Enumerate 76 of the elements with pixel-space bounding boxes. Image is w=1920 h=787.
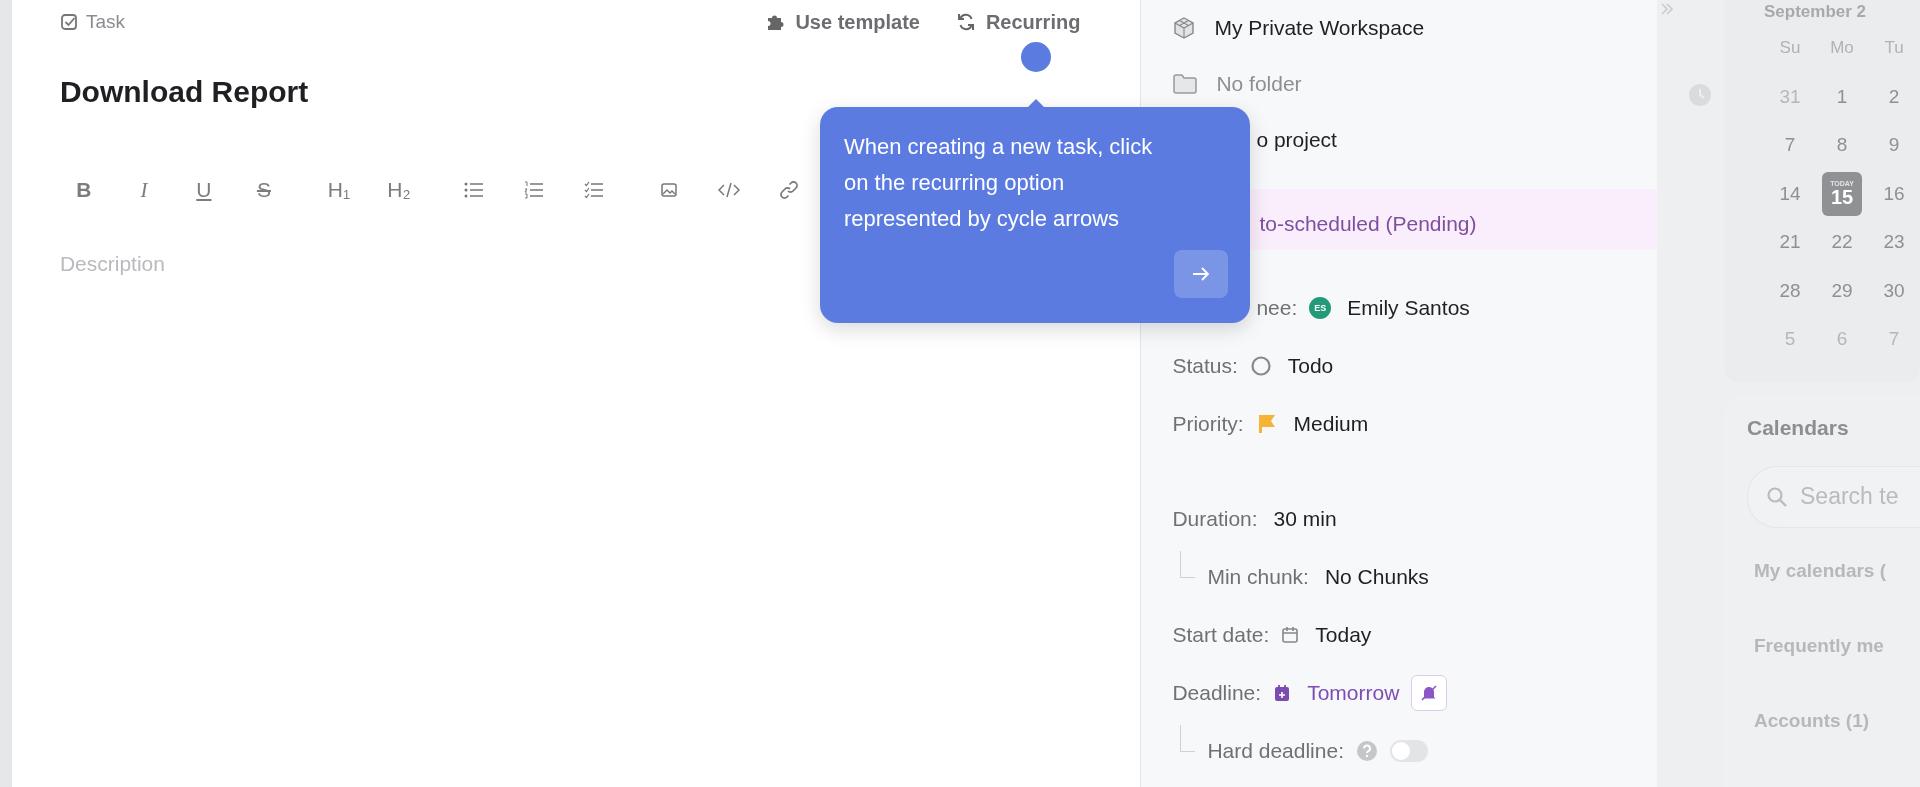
tree-connector <box>1180 724 1196 752</box>
field-label: Status: <box>1172 354 1238 378</box>
format-button[interactable]: H₁ <box>318 170 359 210</box>
toggle-switch[interactable] <box>1390 740 1428 762</box>
format-button[interactable]: H₂ <box>378 170 419 210</box>
weekday-label: Su <box>1778 37 1802 60</box>
search-field[interactable]: Search te <box>1747 465 1920 528</box>
task-title[interactable]: Download Report <box>59 72 309 112</box>
field-label: Deadline: <box>1172 681 1262 705</box>
avatar: ES <box>1309 297 1332 319</box>
panel-title: Calendars <box>1747 415 1850 440</box>
calendar-day[interactable]: 7 <box>1764 121 1816 170</box>
link-icon <box>778 180 799 200</box>
format-button[interactable]: I <box>123 170 164 210</box>
folder-icon <box>1172 73 1199 95</box>
schedule-status: to-scheduled (Pending) <box>1259 211 1477 236</box>
field-value[interactable]: No Chunks <box>1324 565 1429 589</box>
task-type-label: Task <box>85 11 125 33</box>
field-label: nee: <box>1256 296 1298 320</box>
format-button[interactable]: S <box>243 170 284 210</box>
calendar-day[interactable]: 22 <box>1816 218 1868 267</box>
section-heading[interactable]: Accounts (1) <box>1754 709 1920 742</box>
workspace-name[interactable]: My Private Workspace <box>1214 16 1425 40</box>
section-heading[interactable]: My calendars ( <box>1754 559 1920 592</box>
project-name[interactable]: o project <box>1256 128 1337 152</box>
image-icon <box>659 181 678 199</box>
search-icon <box>1766 485 1788 508</box>
tree-connector <box>1180 550 1196 578</box>
format-button[interactable]: U <box>183 170 224 210</box>
arrow-right-icon <box>1192 266 1210 282</box>
next-button[interactable] <box>1174 250 1228 298</box>
bullet-list-icon <box>463 182 484 198</box>
tooltip-text: When creating a new task, click on the recurring option represented by cycle arrows <box>844 133 1154 233</box>
deadline-value[interactable]: Tomorrow <box>1307 681 1400 705</box>
start-date-value[interactable]: Today <box>1315 623 1372 647</box>
folder-name[interactable]: No folder <box>1216 72 1302 96</box>
checkbox-icon <box>59 13 78 31</box>
calendar-day[interactable]: 9 <box>1868 121 1920 170</box>
notification-off-button[interactable] <box>1411 675 1448 711</box>
use-template-button[interactable]: Use template <box>765 10 920 34</box>
field-label: Min chunk: <box>1207 565 1309 589</box>
cycle-arrows-icon <box>955 12 976 32</box>
recurring-button[interactable]: Recurring <box>955 10 1081 34</box>
weekday-label: Mo <box>1829 37 1855 60</box>
field-label: Start date: <box>1172 623 1270 647</box>
field-value[interactable]: 30 min <box>1273 507 1337 531</box>
weekday-label: Tu <box>1883 37 1905 60</box>
description-field[interactable]: Description <box>59 252 165 276</box>
status-value[interactable]: Todo <box>1287 354 1334 378</box>
field-label: Priority: <box>1172 412 1244 436</box>
calendar-day[interactable]: 30 <box>1868 266 1920 315</box>
calendar-day[interactable]: 23 <box>1868 218 1920 267</box>
calendar-day[interactable]: 14 <box>1764 169 1816 218</box>
calendar-plus-icon <box>1273 684 1292 702</box>
calendar-day[interactable]: 16 <box>1868 169 1920 218</box>
calendar-day[interactable]: 8 <box>1816 121 1868 170</box>
calendar-day[interactable]: 29 <box>1816 266 1868 315</box>
section-heading[interactable]: Frequently me <box>1754 634 1920 667</box>
checklist-icon <box>583 181 604 199</box>
field-label: Hard deadline: <box>1207 739 1344 763</box>
cube-icon <box>1172 16 1197 40</box>
numbered-list-icon <box>523 181 544 199</box>
field-label: Duration: <box>1172 507 1258 531</box>
code-icon <box>717 181 740 199</box>
bell-off-icon <box>1420 684 1439 702</box>
calendar-icon <box>1281 626 1300 644</box>
help-icon[interactable] <box>1356 740 1378 762</box>
month-title: September 2 <box>1764 2 1868 22</box>
calendar-day[interactable]: 1 <box>1816 72 1868 121</box>
format-button[interactable]: B <box>63 170 104 210</box>
assignee-name[interactable]: Emily Santos <box>1347 296 1470 320</box>
status-circle-icon <box>1249 355 1272 377</box>
calendar-day[interactable]: 28 <box>1764 266 1816 315</box>
calendar-day[interactable]: 2 <box>1868 72 1920 121</box>
priority-value[interactable]: Medium <box>1293 412 1369 436</box>
calendar-day[interactable]: 21 <box>1764 218 1816 267</box>
